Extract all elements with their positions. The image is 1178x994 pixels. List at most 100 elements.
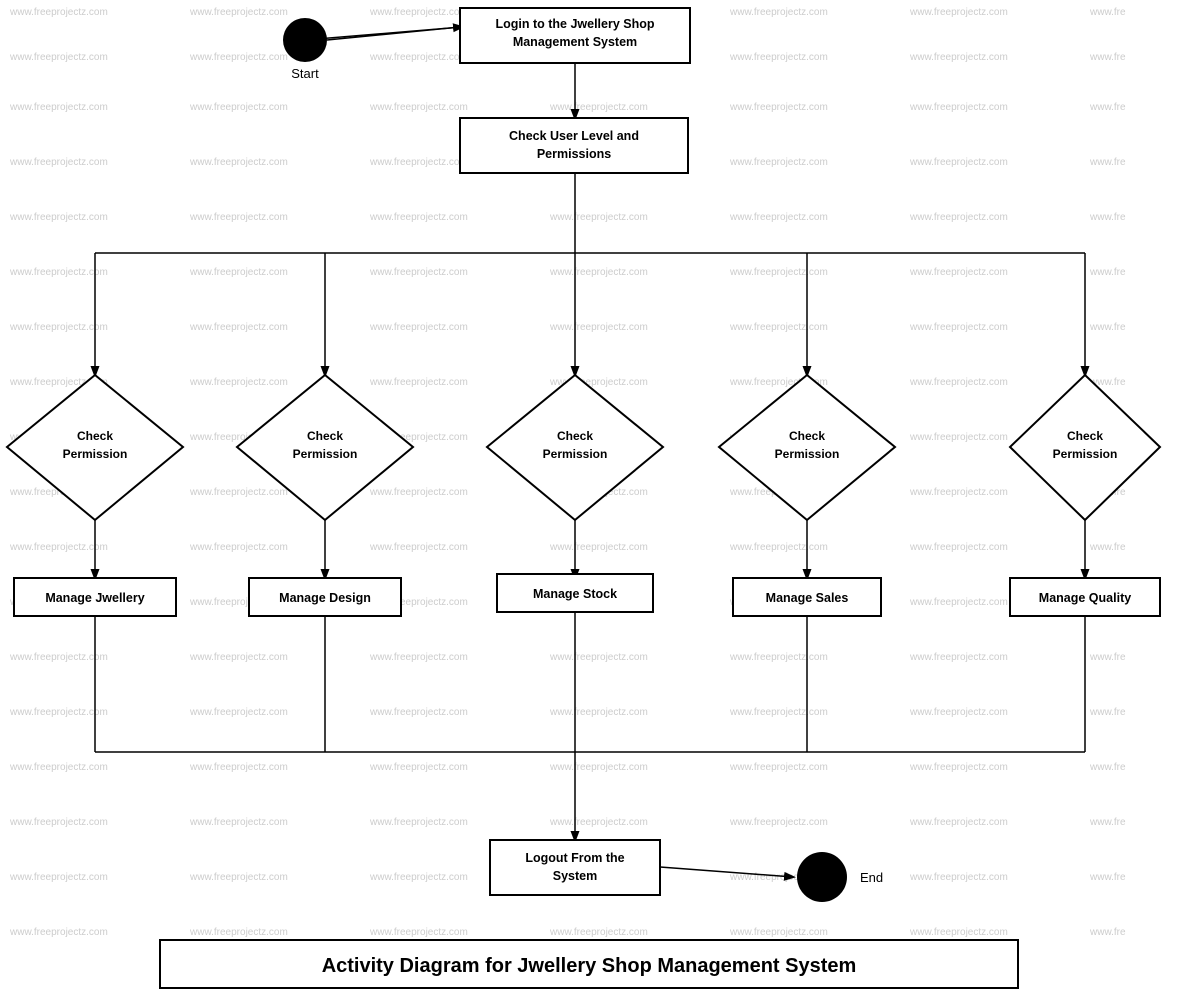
svg-text:www.freeprojectz.com: www.freeprojectz.com <box>909 597 1008 608</box>
svg-text:www.freeprojectz.com: www.freeprojectz.com <box>9 52 108 63</box>
svg-text:www.freeprojectz.com: www.freeprojectz.com <box>729 267 828 278</box>
svg-text:www.freeprojectz.com: www.freeprojectz.com <box>189 817 288 828</box>
svg-text:www.freeprojectz.com: www.freeprojectz.com <box>909 212 1008 223</box>
svg-text:www.freeprojectz.com: www.freeprojectz.com <box>729 157 828 168</box>
svg-text:www.freeprojectz.com: www.freeprojectz.com <box>729 817 828 828</box>
svg-text:Check: Check <box>1067 429 1103 443</box>
svg-text:www.freeprojectz.com: www.freeprojectz.com <box>909 7 1008 18</box>
svg-text:www.freeprojectz.com: www.freeprojectz.com <box>909 927 1008 938</box>
svg-text:www.freeprojectz.com: www.freeprojectz.com <box>9 652 108 663</box>
svg-text:Check: Check <box>557 429 593 443</box>
svg-text:www.freeprojectz.com: www.freeprojectz.com <box>369 707 468 718</box>
svg-text:www.freeprojectz.com: www.freeprojectz.com <box>9 102 108 113</box>
svg-text:www.freeprojectz.com: www.freeprojectz.com <box>369 322 468 333</box>
svg-text:www.freeprojectz.com: www.freeprojectz.com <box>189 7 288 18</box>
svg-text:www.freeprojectz.com: www.freeprojectz.com <box>909 267 1008 278</box>
svg-text:www.freeprojectz.com: www.freeprojectz.com <box>9 872 108 883</box>
svg-text:www.freeprojectz.com: www.freeprojectz.com <box>909 432 1008 443</box>
svg-text:www.freeprojectz.com: www.freeprojectz.com <box>9 157 108 168</box>
end-node <box>797 852 847 902</box>
svg-text:www.fre: www.fre <box>1089 707 1126 718</box>
start-label: Start <box>291 66 319 81</box>
svg-text:www.freeprojectz.com: www.freeprojectz.com <box>189 927 288 938</box>
svg-text:www.freeprojectz.com: www.freeprojectz.com <box>909 487 1008 498</box>
svg-text:www.freeprojectz.com: www.freeprojectz.com <box>549 322 648 333</box>
svg-text:Check: Check <box>307 429 343 443</box>
svg-text:www.freeprojectz.com: www.freeprojectz.com <box>189 377 288 388</box>
svg-text:www.freeprojectz.com: www.freeprojectz.com <box>909 817 1008 828</box>
check-user-level-text2: Permissions <box>537 147 611 161</box>
svg-text:www.freeprojectz.com: www.freeprojectz.com <box>909 762 1008 773</box>
svg-text:www.fre: www.fre <box>1089 927 1126 938</box>
svg-text:www.freeprojectz.com: www.freeprojectz.com <box>729 542 828 553</box>
login-text-line1: Login to the Jwellery Shop <box>495 17 654 31</box>
svg-text:Permission: Permission <box>775 447 840 461</box>
svg-text:www.freeprojectz.com: www.freeprojectz.com <box>729 7 828 18</box>
svg-text:www.freeprojectz.com: www.freeprojectz.com <box>909 652 1008 663</box>
svg-text:Permission: Permission <box>63 447 128 461</box>
svg-text:www.freeprojectz.com: www.freeprojectz.com <box>729 927 828 938</box>
svg-text:www.freeprojectz.com: www.freeprojectz.com <box>9 267 108 278</box>
svg-text:www.freeprojectz.com: www.freeprojectz.com <box>729 707 828 718</box>
svg-text:www.freeprojectz.com: www.freeprojectz.com <box>549 762 648 773</box>
manage-jwellery-label: Manage Jwellery <box>45 591 144 605</box>
svg-text:www.freeprojectz.com: www.freeprojectz.com <box>189 652 288 663</box>
svg-text:www.freeprojectz.com: www.freeprojectz.com <box>909 707 1008 718</box>
svg-text:www.freeprojectz.com: www.freeprojectz.com <box>9 762 108 773</box>
svg-text:www.fre: www.fre <box>1089 7 1126 18</box>
svg-text:www.fre: www.fre <box>1089 157 1126 168</box>
svg-text:www.freeprojectz.com: www.freeprojectz.com <box>729 212 828 223</box>
svg-text:www.freeprojectz.com: www.freeprojectz.com <box>189 707 288 718</box>
logout-box <box>490 840 660 895</box>
svg-text:Permission: Permission <box>543 447 608 461</box>
svg-text:www.freeprojectz.com: www.freeprojectz.com <box>909 542 1008 553</box>
svg-text:www.freeprojectz.com: www.freeprojectz.com <box>909 157 1008 168</box>
svg-text:www.freeprojectz.com: www.freeprojectz.com <box>189 322 288 333</box>
svg-text:www.freeprojectz.com: www.freeprojectz.com <box>369 487 468 498</box>
svg-text:www.fre: www.fre <box>1089 872 1126 883</box>
check-user-level-box <box>460 118 688 173</box>
svg-text:www.freeprojectz.com: www.freeprojectz.com <box>9 817 108 828</box>
svg-text:www.freeprojectz.com: www.freeprojectz.com <box>9 7 108 18</box>
svg-text:www.fre: www.fre <box>1089 102 1126 113</box>
svg-text:www.freeprojectz.com: www.freeprojectz.com <box>729 322 828 333</box>
svg-text:www.freeprojectz.com: www.freeprojectz.com <box>369 52 468 63</box>
svg-text:www.freeprojectz.com: www.freeprojectz.com <box>369 157 468 168</box>
svg-text:www.fre: www.fre <box>1089 762 1126 773</box>
svg-text:www.freeprojectz.com: www.freeprojectz.com <box>549 542 648 553</box>
svg-text:www.freeprojectz.com: www.freeprojectz.com <box>9 322 108 333</box>
svg-text:Check: Check <box>77 429 113 443</box>
diagram-title: Activity Diagram for Jwellery Shop Manag… <box>322 955 857 977</box>
svg-text:www.freeprojectz.com: www.freeprojectz.com <box>729 762 828 773</box>
svg-text:www.freeprojectz.com: www.freeprojectz.com <box>369 927 468 938</box>
svg-text:www.freeprojectz.com: www.freeprojectz.com <box>189 102 288 113</box>
svg-text:www.freeprojectz.com: www.freeprojectz.com <box>189 487 288 498</box>
svg-text:www.freeprojectz.com: www.freeprojectz.com <box>189 212 288 223</box>
svg-text:www.freeprojectz.com: www.freeprojectz.com <box>369 267 468 278</box>
end-label: End <box>860 870 883 885</box>
svg-text:www.freeprojectz.com: www.freeprojectz.com <box>189 762 288 773</box>
svg-text:Permission: Permission <box>1053 447 1118 461</box>
svg-text:www.freeprojectz.com: www.freeprojectz.com <box>909 52 1008 63</box>
svg-text:www.freeprojectz.com: www.freeprojectz.com <box>189 157 288 168</box>
svg-text:www.freeprojectz.com: www.freeprojectz.com <box>9 542 108 553</box>
svg-text:www.freeprojectz.com: www.freeprojectz.com <box>369 102 468 113</box>
svg-text:www.freeprojectz.com: www.freeprojectz.com <box>729 52 828 63</box>
svg-text:www.freeprojectz.com: www.freeprojectz.com <box>369 212 468 223</box>
svg-text:www.freeprojectz.com: www.freeprojectz.com <box>549 267 648 278</box>
svg-text:www.freeprojectz.com: www.freeprojectz.com <box>369 377 468 388</box>
manage-stock-label: Manage Stock <box>533 587 617 601</box>
svg-text:www.freeprojectz.com: www.freeprojectz.com <box>369 817 468 828</box>
svg-text:www.fre: www.fre <box>1089 267 1126 278</box>
svg-text:www.freeprojectz.com: www.freeprojectz.com <box>369 762 468 773</box>
svg-text:www.freeprojectz.com: www.freeprojectz.com <box>909 377 1008 388</box>
svg-text:www.freeprojectz.com: www.freeprojectz.com <box>369 542 468 553</box>
manage-design-label: Manage Design <box>279 591 371 605</box>
svg-text:www.freeprojectz.com: www.freeprojectz.com <box>729 102 828 113</box>
svg-text:www.freeprojectz.com: www.freeprojectz.com <box>909 872 1008 883</box>
login-text-line2: Management System <box>513 35 637 49</box>
svg-text:www.freeprojectz.com: www.freeprojectz.com <box>189 52 288 63</box>
logout-text1: Logout From the <box>525 851 624 865</box>
manage-sales-label: Manage Sales <box>766 591 849 605</box>
svg-text:www.freeprojectz.com: www.freeprojectz.com <box>549 652 648 663</box>
